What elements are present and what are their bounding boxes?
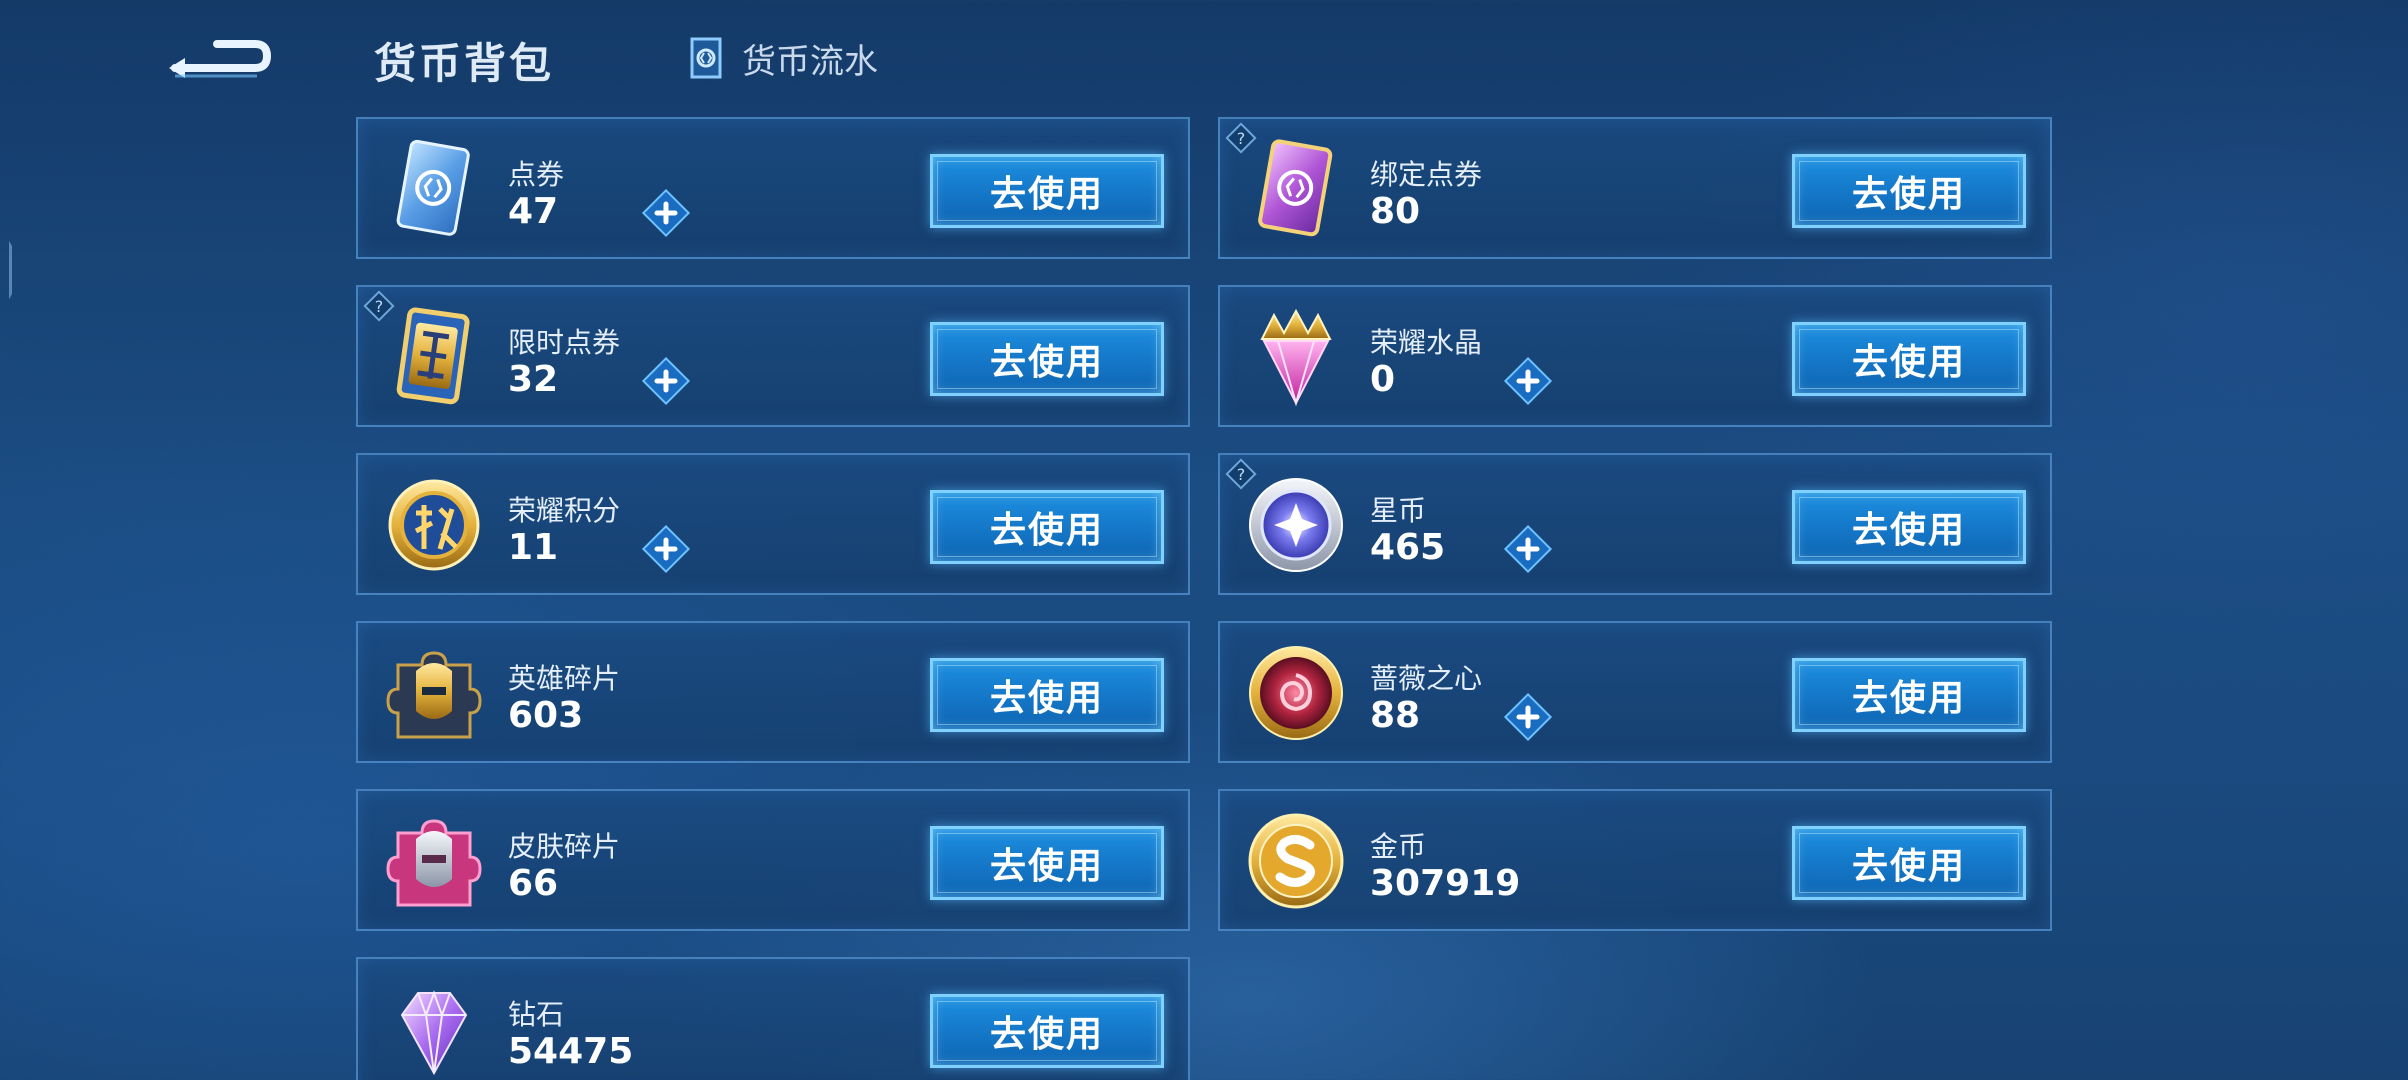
currency-card-gold-coin: 金币 307919 去使用: [1218, 789, 2052, 931]
currency-value: 47: [508, 191, 559, 232]
currency-value: 465: [1370, 527, 1446, 568]
use-button[interactable]: 去使用: [1792, 154, 2026, 228]
currency-name: 钻石: [508, 998, 565, 1031]
back-arrow-icon: [169, 40, 272, 78]
plus-icon[interactable]: [640, 355, 692, 407]
currency-card-bound-voucher: ? 绑定点券 80 去使用: [1218, 117, 2052, 259]
glory-crystal-icon: [1260, 308, 1332, 407]
rose-heart-icon: [1249, 646, 1343, 740]
currency-name: 蔷薇之心: [1370, 662, 1483, 695]
currency-card-glory-points: 荣耀积分 11 去使用: [356, 453, 1190, 595]
currency-value: 11: [508, 527, 559, 568]
currency-value: 54475: [508, 1031, 634, 1072]
voucher-icon: [396, 139, 470, 236]
use-button[interactable]: 去使用: [1792, 322, 2026, 396]
currency-name: 金币: [1370, 830, 1427, 863]
use-button[interactable]: 去使用: [930, 658, 1164, 732]
currency-value: 88: [1370, 695, 1421, 736]
currency-card-glory-crystal: 荣耀水晶 0 去使用: [1218, 285, 2052, 427]
tab-currency-flow-label: 货币流水: [742, 41, 878, 82]
use-button[interactable]: 去使用: [1792, 658, 2026, 732]
plus-icon[interactable]: [1502, 691, 1554, 743]
currency-card-skin-fragment: 皮肤碎片 66 去使用: [356, 789, 1190, 931]
back-button[interactable]: [165, 28, 275, 86]
diamond-icon: [400, 990, 468, 1076]
currency-value: 0: [1370, 359, 1396, 400]
currency-value: 66: [508, 863, 559, 904]
currency-card-hero-fragment: 英雄碎片 603 去使用: [356, 621, 1190, 763]
tab-currency-flow[interactable]: 货币流水: [686, 33, 878, 83]
currency-name: 星币: [1370, 494, 1427, 527]
use-button[interactable]: 去使用: [1792, 826, 2026, 900]
currency-card-voucher: 点券 47 去使用: [356, 117, 1190, 259]
currency-card-star-coin: ? 星币 465 去使用: [1218, 453, 2052, 595]
bound-voucher-icon: [1258, 139, 1333, 237]
currency-name: 荣耀积分: [508, 494, 621, 527]
currency-name: 点券: [508, 158, 565, 191]
currency-name: 皮肤碎片: [508, 830, 621, 863]
page-title: 货币背包: [374, 39, 555, 88]
plus-icon[interactable]: [1502, 523, 1554, 575]
currency-name: 荣耀水晶: [1370, 326, 1483, 359]
star-coin-icon: [1249, 478, 1343, 572]
hero-fragment-icon: [386, 651, 482, 739]
currency-card-rose-heart: 蔷薇之心 88 去使用: [1218, 621, 2052, 763]
currency-name: 绑定点券: [1370, 158, 1483, 191]
currency-card-limited-voucher: ? 限时点券 32 去使用: [356, 285, 1190, 427]
currency-card-diamond: 钻石 54475 去使用: [356, 957, 1190, 1080]
currency-name: 英雄碎片: [508, 662, 621, 695]
side-panel-tab[interactable]: [0, 222, 12, 318]
currency-value: 32: [508, 359, 559, 400]
currency-value: 307919: [1370, 863, 1521, 904]
plus-icon[interactable]: [640, 187, 692, 239]
skin-fragment-icon: [386, 819, 482, 907]
limited-voucher-icon: [396, 307, 470, 405]
ledger-icon: [690, 37, 722, 79]
currency-value: 603: [508, 695, 584, 736]
use-button[interactable]: 去使用: [1792, 490, 2026, 564]
use-button[interactable]: 去使用: [930, 490, 1164, 564]
use-button[interactable]: 去使用: [930, 994, 1164, 1068]
use-button[interactable]: 去使用: [930, 322, 1164, 396]
currency-name: 限时点券: [508, 326, 621, 359]
use-button[interactable]: 去使用: [930, 154, 1164, 228]
gold-coin-icon: [1248, 813, 1344, 909]
use-button[interactable]: 去使用: [930, 826, 1164, 900]
plus-icon[interactable]: [640, 523, 692, 575]
glory-points-icon: [388, 479, 480, 571]
currency-value: 80: [1370, 191, 1421, 232]
plus-icon[interactable]: [1502, 355, 1554, 407]
